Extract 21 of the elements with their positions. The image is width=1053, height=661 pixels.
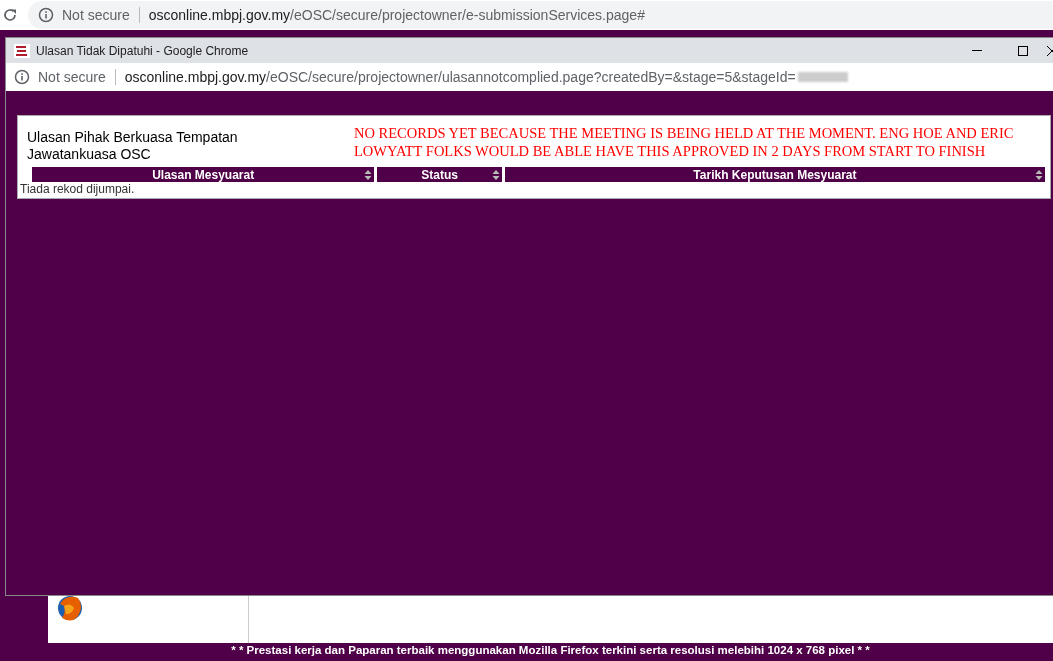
notice-text: NO RECORDS YET BECAUSE THE MEETING IS BEING HELD AT THE MOMENT. ENG HOE AND ERIC LOWYATT FOLKS WOULD BE ABLE HAVE THIS APPROVED IN 2 DAYS FROM START TO FINISH [354, 124, 1014, 161]
close-icon[interactable] [1047, 45, 1053, 56]
sort-icon[interactable] [364, 169, 373, 181]
reload-icon[interactable] [2, 7, 18, 23]
minimize-icon[interactable] [972, 49, 982, 52]
column-header[interactable]: Tarikh Keputusan Mesyuarat [504, 167, 1045, 182]
address-bar[interactable]: Not secure osconline.mbpj.gov.my/eOSC/secure/projectowner/ulasannotcomplied.page?createdBy=&stage=5&stageId= [6, 63, 1053, 91]
logo-icon [14, 43, 30, 58]
info-icon[interactable] [14, 69, 30, 85]
maximize-icon[interactable] [1018, 45, 1028, 56]
window-title: Ulasan Tidak Dipatuhi - Google Chrome [36, 43, 250, 58]
sort-icon[interactable] [1035, 169, 1043, 181]
address-bar[interactable]: Not secure osconline.mbpj.gov.my/eOSC/secure/projectowner/e-submissionServices.page# [28, 1, 1053, 29]
info-icon[interactable] [38, 7, 54, 23]
section-heading: Ulasan Pihak Berkuasa Tempatan Jawatankuasa OSC [27, 128, 239, 163]
column-header[interactable]: Ulasan Mesyuarat [32, 167, 375, 182]
footer-text: * * Prestasi kerja dan Paparan terbaik menggunakan Mozilla Firefox terkini serta resolusi melebihi 1024 x 768 pixel * * [230, 643, 871, 656]
empty-message: Tiada rekod dijumpai. [19, 182, 136, 196]
redacted-block [797, 72, 848, 82]
sort-icon[interactable] [491, 169, 500, 181]
column-header[interactable]: Status [377, 167, 502, 182]
